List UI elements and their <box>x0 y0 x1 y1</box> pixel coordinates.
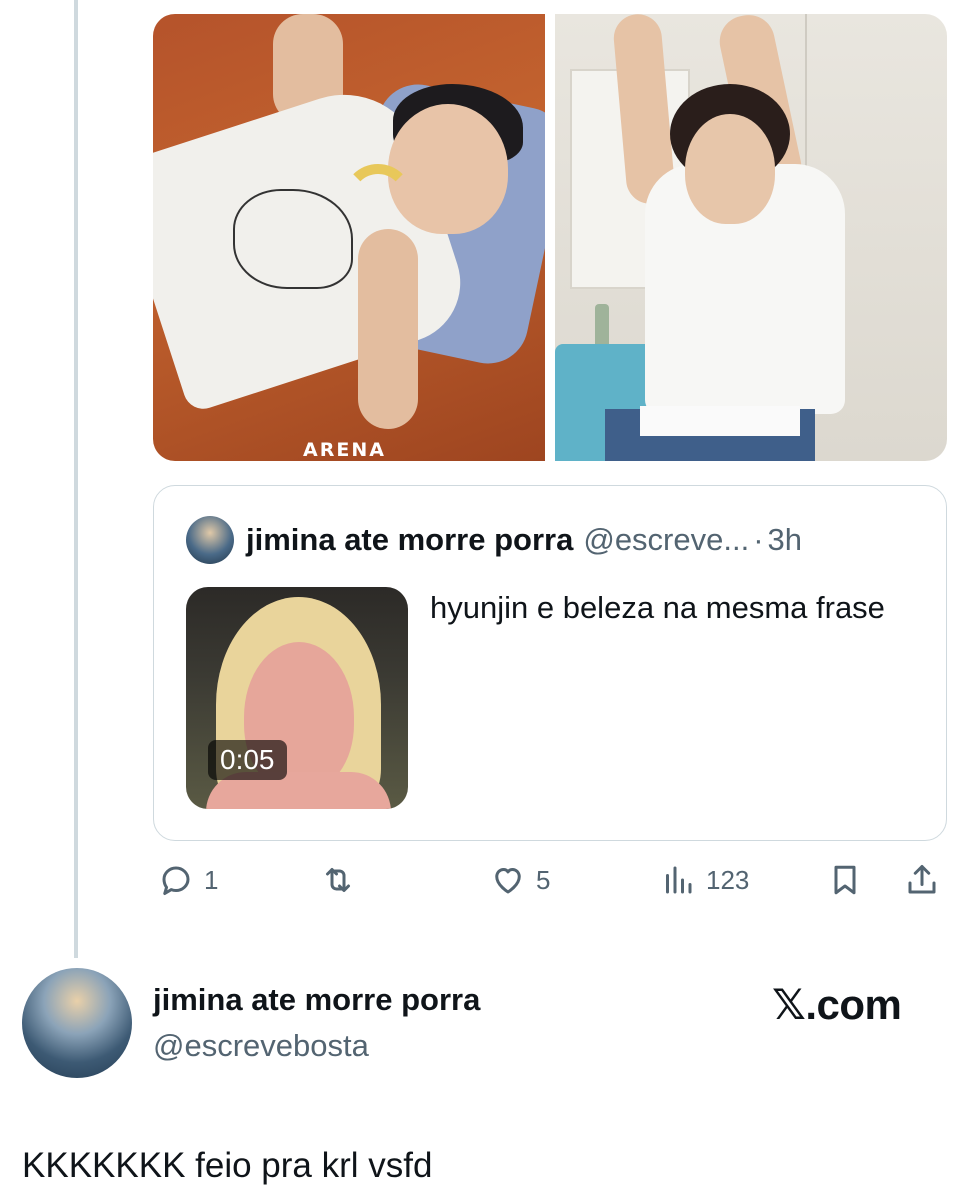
views-icon <box>666 866 692 894</box>
video-duration-badge: 0:05 <box>208 740 287 780</box>
bookmark-button[interactable] <box>827 862 863 898</box>
like-count: 5 <box>536 864 551 895</box>
arm-shape <box>358 229 418 429</box>
shirt-print <box>233 189 353 289</box>
retweet-icon <box>326 868 350 892</box>
source-domain: .com <box>805 981 902 1028</box>
media-grid[interactable]: ARENA <box>153 14 947 461</box>
author-name[interactable]: jimina ate morre porra <box>153 982 480 1018</box>
bottle-shape <box>595 304 609 349</box>
separator-dot: · <box>753 522 764 557</box>
tweet-text: KKKKKKK feio pra krl vsfd <box>22 1146 433 1185</box>
like-icon <box>495 868 521 894</box>
author-avatar[interactable] <box>22 968 132 1078</box>
reply-count: 1 <box>204 864 219 895</box>
like-button[interactable]: 5 <box>490 862 550 898</box>
waistband-shape <box>640 406 800 436</box>
views-button[interactable]: 123 <box>660 862 749 898</box>
tweet-action-bar: 1 5 123 <box>0 862 969 908</box>
collar-shape <box>343 164 413 234</box>
thread-connector-line <box>74 0 78 958</box>
quoted-author-handle[interactable]: @escreve... <box>583 522 749 558</box>
quoted-tweet-card[interactable]: jimina ate morre porra @escreve... · 3h … <box>153 485 947 841</box>
photo-right[interactable] <box>555 14 947 461</box>
quoted-tweet-text: hyunjin e beleza na mesma frase <box>430 590 885 625</box>
quoted-tweet-header: jimina ate morre porra @escreve... · 3h <box>186 516 802 564</box>
retweet-button[interactable] <box>320 862 356 898</box>
magazine-logo: ARENA <box>303 439 386 461</box>
reply-icon <box>162 866 190 895</box>
bookmark-icon <box>834 865 856 895</box>
quoted-video-thumbnail[interactable]: 0:05 <box>186 587 408 809</box>
quoted-author-avatar[interactable] <box>186 516 234 564</box>
x-logo-source: 𝕏.com <box>772 980 902 1029</box>
face-shape <box>685 114 775 224</box>
reply-button[interactable]: 1 <box>158 862 218 898</box>
share-button[interactable] <box>904 862 940 898</box>
share-icon <box>908 865 936 894</box>
views-count: 123 <box>706 864 750 895</box>
photo-left[interactable]: ARENA <box>153 14 545 461</box>
quoted-author-name[interactable]: jimina ate morre porra <box>246 522 573 558</box>
quoted-timestamp[interactable]: 3h <box>768 522 802 558</box>
x-logo-icon: 𝕏 <box>772 980 806 1029</box>
author-handle[interactable]: @escrevebosta <box>153 1028 369 1064</box>
